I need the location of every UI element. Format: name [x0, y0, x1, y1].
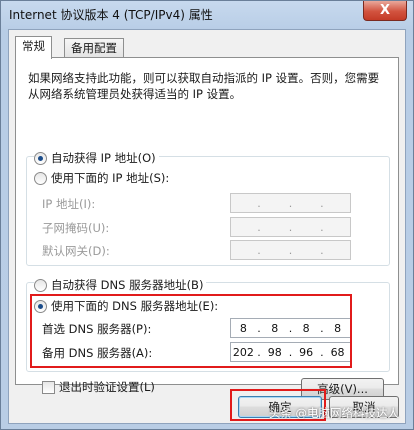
dialog-client: 常规 备用配置 如果网络支持此功能，则可以获取自动指派的 IP 设置。否则，您需…: [8, 29, 406, 424]
manual-dns-option[interactable]: 使用下面的 DNS 服务器地址(E):: [34, 298, 222, 314]
subnet-mask-label: 子网掩码(U):: [42, 221, 110, 235]
validate-on-exit-checkbox[interactable]: [42, 380, 55, 394]
ip-address-input[interactable]: . . .: [230, 193, 351, 213]
close-button[interactable]: X: [363, 1, 407, 21]
watermark-text: 头条 @电脑网络科技达人: [268, 406, 399, 420]
tab-alternate-config[interactable]: 备用配置: [64, 38, 124, 58]
alternate-dns-label: 备用 DNS 服务器(A):: [42, 346, 153, 360]
auto-ip-label: 自动获得 IP 地址(O): [51, 151, 156, 165]
manual-ip-label: 使用下面的 IP 地址(S):: [51, 171, 170, 185]
manual-dns-radio[interactable]: [34, 299, 47, 313]
auto-ip-option[interactable]: 自动获得 IP 地址(O): [34, 150, 159, 166]
preferred-dns-label: 首选 DNS 服务器(P):: [42, 322, 152, 336]
default-gateway-label: 默认网关(D):: [42, 244, 110, 258]
subnet-mask-input[interactable]: . . .: [230, 217, 351, 237]
ip-address-label: IP 地址(I):: [42, 197, 96, 211]
auto-ip-radio[interactable]: [34, 151, 47, 165]
window-title: Internet 协议版本 4 (TCP/IPv4) 属性: [9, 8, 213, 22]
dialog-window: Internet 协议版本 4 (TCP/IPv4) 属性 X 常规 备用配置 …: [0, 0, 414, 430]
auto-dns-radio[interactable]: [34, 278, 47, 292]
manual-ip-radio[interactable]: [34, 171, 47, 185]
validate-on-exit-label: 退出时验证设置(L): [59, 380, 155, 394]
preferred-dns-input[interactable]: 8. 8. 8. 8: [230, 318, 351, 338]
default-gateway-input[interactable]: . . .: [230, 240, 351, 260]
manual-dns-label: 使用下面的 DNS 服务器地址(E):: [51, 299, 219, 313]
description-text: 如果网络支持此功能，则可以获取自动指派的 IP 设置。否则，您需要从网络系统管理…: [28, 71, 380, 101]
manual-ip-option[interactable]: 使用下面的 IP 地址(S):: [34, 170, 173, 186]
alternate-dns-input[interactable]: 202. 98. 96. 68: [230, 342, 351, 362]
title-bar[interactable]: Internet 协议版本 4 (TCP/IPv4) 属性 X: [1, 1, 413, 27]
tab-general[interactable]: 常规: [15, 36, 52, 59]
close-icon: X: [379, 3, 391, 18]
tab-panel-general: 如果网络支持此功能，则可以获取自动指派的 IP 设置。否则，您需要从网络系统管理…: [15, 57, 399, 400]
auto-dns-option[interactable]: 自动获得 DNS 服务器地址(B): [34, 277, 207, 293]
auto-dns-label: 自动获得 DNS 服务器地址(B): [51, 278, 204, 292]
validate-on-exit-option[interactable]: 退出时验证设置(L): [42, 379, 155, 395]
